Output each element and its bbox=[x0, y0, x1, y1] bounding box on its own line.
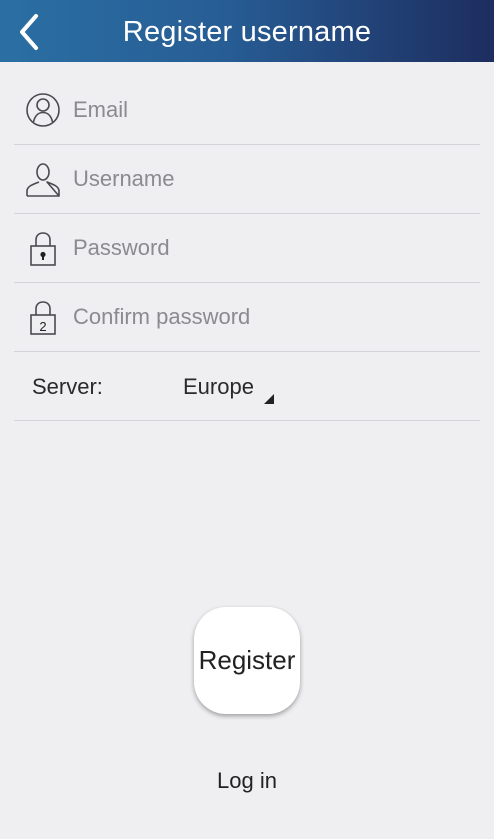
confirm-password-row: 2 bbox=[14, 283, 480, 352]
server-row: Server: Europe bbox=[14, 352, 480, 421]
password-field[interactable] bbox=[73, 214, 468, 282]
lock-2-icon-label: 2 bbox=[39, 319, 46, 334]
server-select[interactable]: Europe bbox=[182, 362, 292, 412]
register-button[interactable]: Register bbox=[194, 607, 300, 714]
username-field[interactable] bbox=[73, 145, 468, 213]
user-circle-icon bbox=[26, 93, 60, 127]
page-title: Register username bbox=[122, 16, 372, 48]
login-link[interactable]: Log in bbox=[0, 768, 494, 794]
username-row bbox=[14, 145, 480, 214]
email-row bbox=[14, 76, 480, 145]
server-selected-value: Europe bbox=[183, 374, 254, 399]
confirm-password-field[interactable] bbox=[73, 283, 468, 351]
password-row bbox=[14, 214, 480, 283]
dropdown-triangle-icon bbox=[264, 394, 274, 404]
email-field[interactable] bbox=[73, 76, 468, 144]
person-icon bbox=[26, 163, 60, 197]
lock-2-icon: 2 bbox=[30, 301, 56, 335]
app-header: Register username bbox=[0, 0, 494, 62]
server-label: Server: bbox=[32, 374, 103, 399]
lock-icon bbox=[30, 232, 56, 266]
